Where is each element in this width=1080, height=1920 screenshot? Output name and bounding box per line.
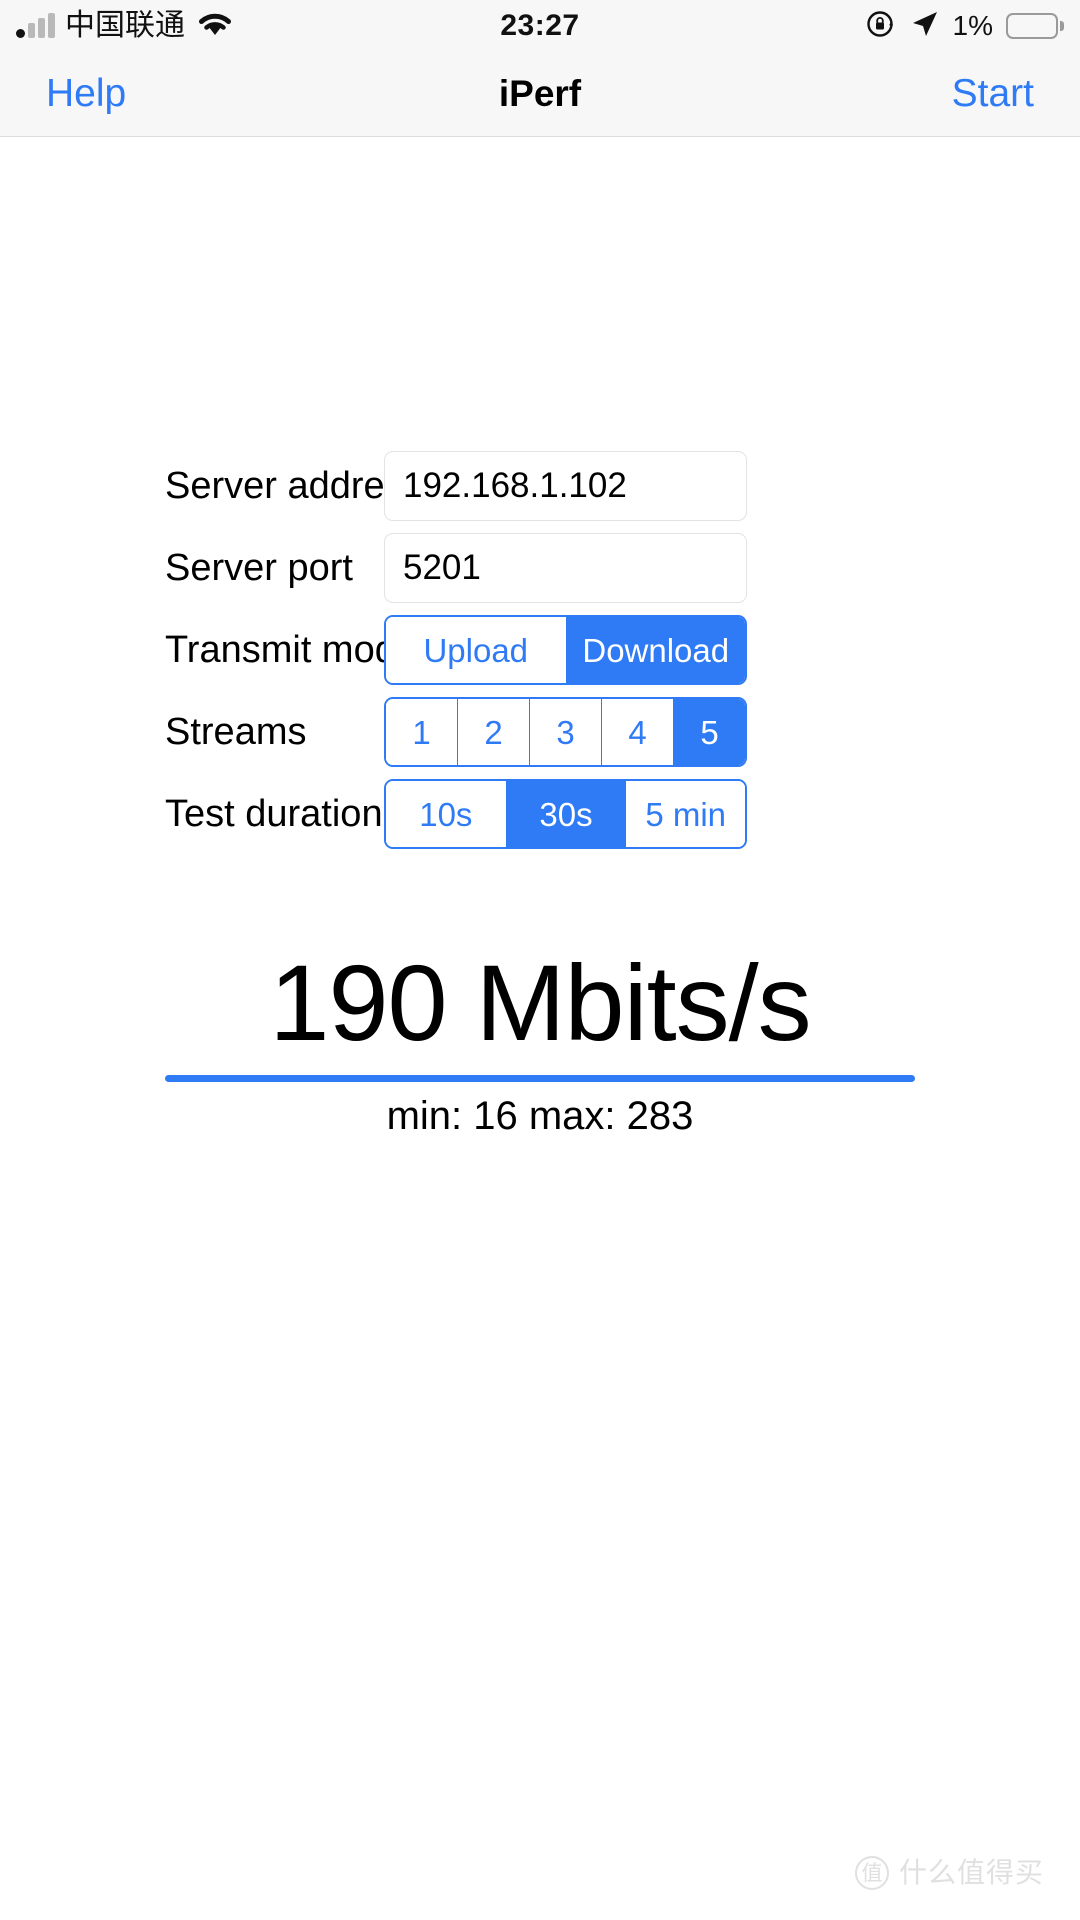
control-server-address [384, 451, 747, 521]
result-panel: 190 Mbits/s min: 16 max: 283 [165, 937, 915, 1140]
main-content: Server address Server port Transmit mode… [0, 137, 1080, 1920]
segment-streams-4[interactable]: 4 [601, 699, 673, 765]
server-port-input[interactable] [384, 533, 747, 603]
watermark-badge-icon: 值 [854, 1856, 889, 1890]
location-arrow-icon [910, 9, 940, 44]
page-title: iPerf [498, 73, 582, 114]
row-streams: Streams 1 2 3 4 5 [0, 693, 1080, 771]
streams-segmented-control[interactable]: 1 2 3 4 5 [384, 697, 747, 767]
control-transmit-mode: Upload Download [384, 615, 747, 685]
battery-percent-label: 1% [952, 10, 993, 41]
segment-duration-10s[interactable]: 10s [386, 781, 506, 847]
start-button[interactable]: Start [952, 72, 1034, 116]
segment-streams-3[interactable]: 3 [529, 699, 601, 765]
throughput-minmax: min: 16 max: 283 [386, 1093, 694, 1138]
segment-upload[interactable]: Upload [386, 617, 566, 683]
rotation-lock-icon [865, 8, 897, 45]
help-button[interactable]: Help [46, 72, 126, 116]
label-test-duration: Test duration [165, 793, 383, 835]
clock-label: 23:27 [500, 9, 580, 42]
label-server-port: Server port [165, 547, 353, 589]
segment-streams-1[interactable]: 1 [386, 699, 457, 765]
segment-streams-2[interactable]: 2 [457, 699, 529, 765]
throughput-value: 190 Mbits/s [269, 942, 811, 1063]
row-server-port: Server port [0, 529, 1080, 607]
control-streams: 1 2 3 4 5 [384, 697, 747, 767]
row-transmit-mode: Transmit mode Upload Download [0, 611, 1080, 689]
navigation-bar: Help iPerf Start [0, 52, 1080, 137]
watermark: 值 什么值得买 [854, 1856, 1044, 1890]
status-bar-right: 1% [865, 8, 1058, 45]
label-streams: Streams [165, 711, 307, 753]
row-test-duration: Test duration 10s 30s 5 min [0, 775, 1080, 853]
label-server-address: Server address [165, 465, 423, 507]
row-server-address: Server address [0, 447, 1080, 525]
watermark-label: 什么值得买 [898, 1857, 1044, 1888]
settings-form: Server address Server port Transmit mode… [0, 447, 1080, 857]
segment-duration-30s[interactable]: 30s [505, 781, 626, 847]
control-test-duration: 10s 30s 5 min [384, 779, 747, 849]
label-transmit-mode: Transmit mode [165, 629, 417, 671]
segment-download[interactable]: Download [565, 617, 745, 683]
control-server-port [384, 533, 747, 603]
result-divider [165, 1074, 915, 1082]
server-address-input[interactable] [384, 451, 747, 521]
segment-streams-5[interactable]: 5 [673, 699, 745, 765]
wifi-icon [195, 9, 235, 44]
test-duration-segmented-control[interactable]: 10s 30s 5 min [384, 779, 747, 849]
status-bar-left: 中国联通 [16, 9, 235, 44]
cellular-signal-icon [16, 13, 55, 38]
status-bar: 中国联通 23:27 1% [0, 0, 1080, 52]
app-screen: 中国联通 23:27 1% Help iPerf Start Server ad… [0, 0, 1080, 1920]
segment-duration-5min[interactable]: 5 min [625, 781, 745, 847]
transmit-mode-segmented-control[interactable]: Upload Download [384, 615, 747, 685]
battery-icon [1006, 13, 1058, 39]
carrier-label: 中国联通 [65, 9, 185, 42]
